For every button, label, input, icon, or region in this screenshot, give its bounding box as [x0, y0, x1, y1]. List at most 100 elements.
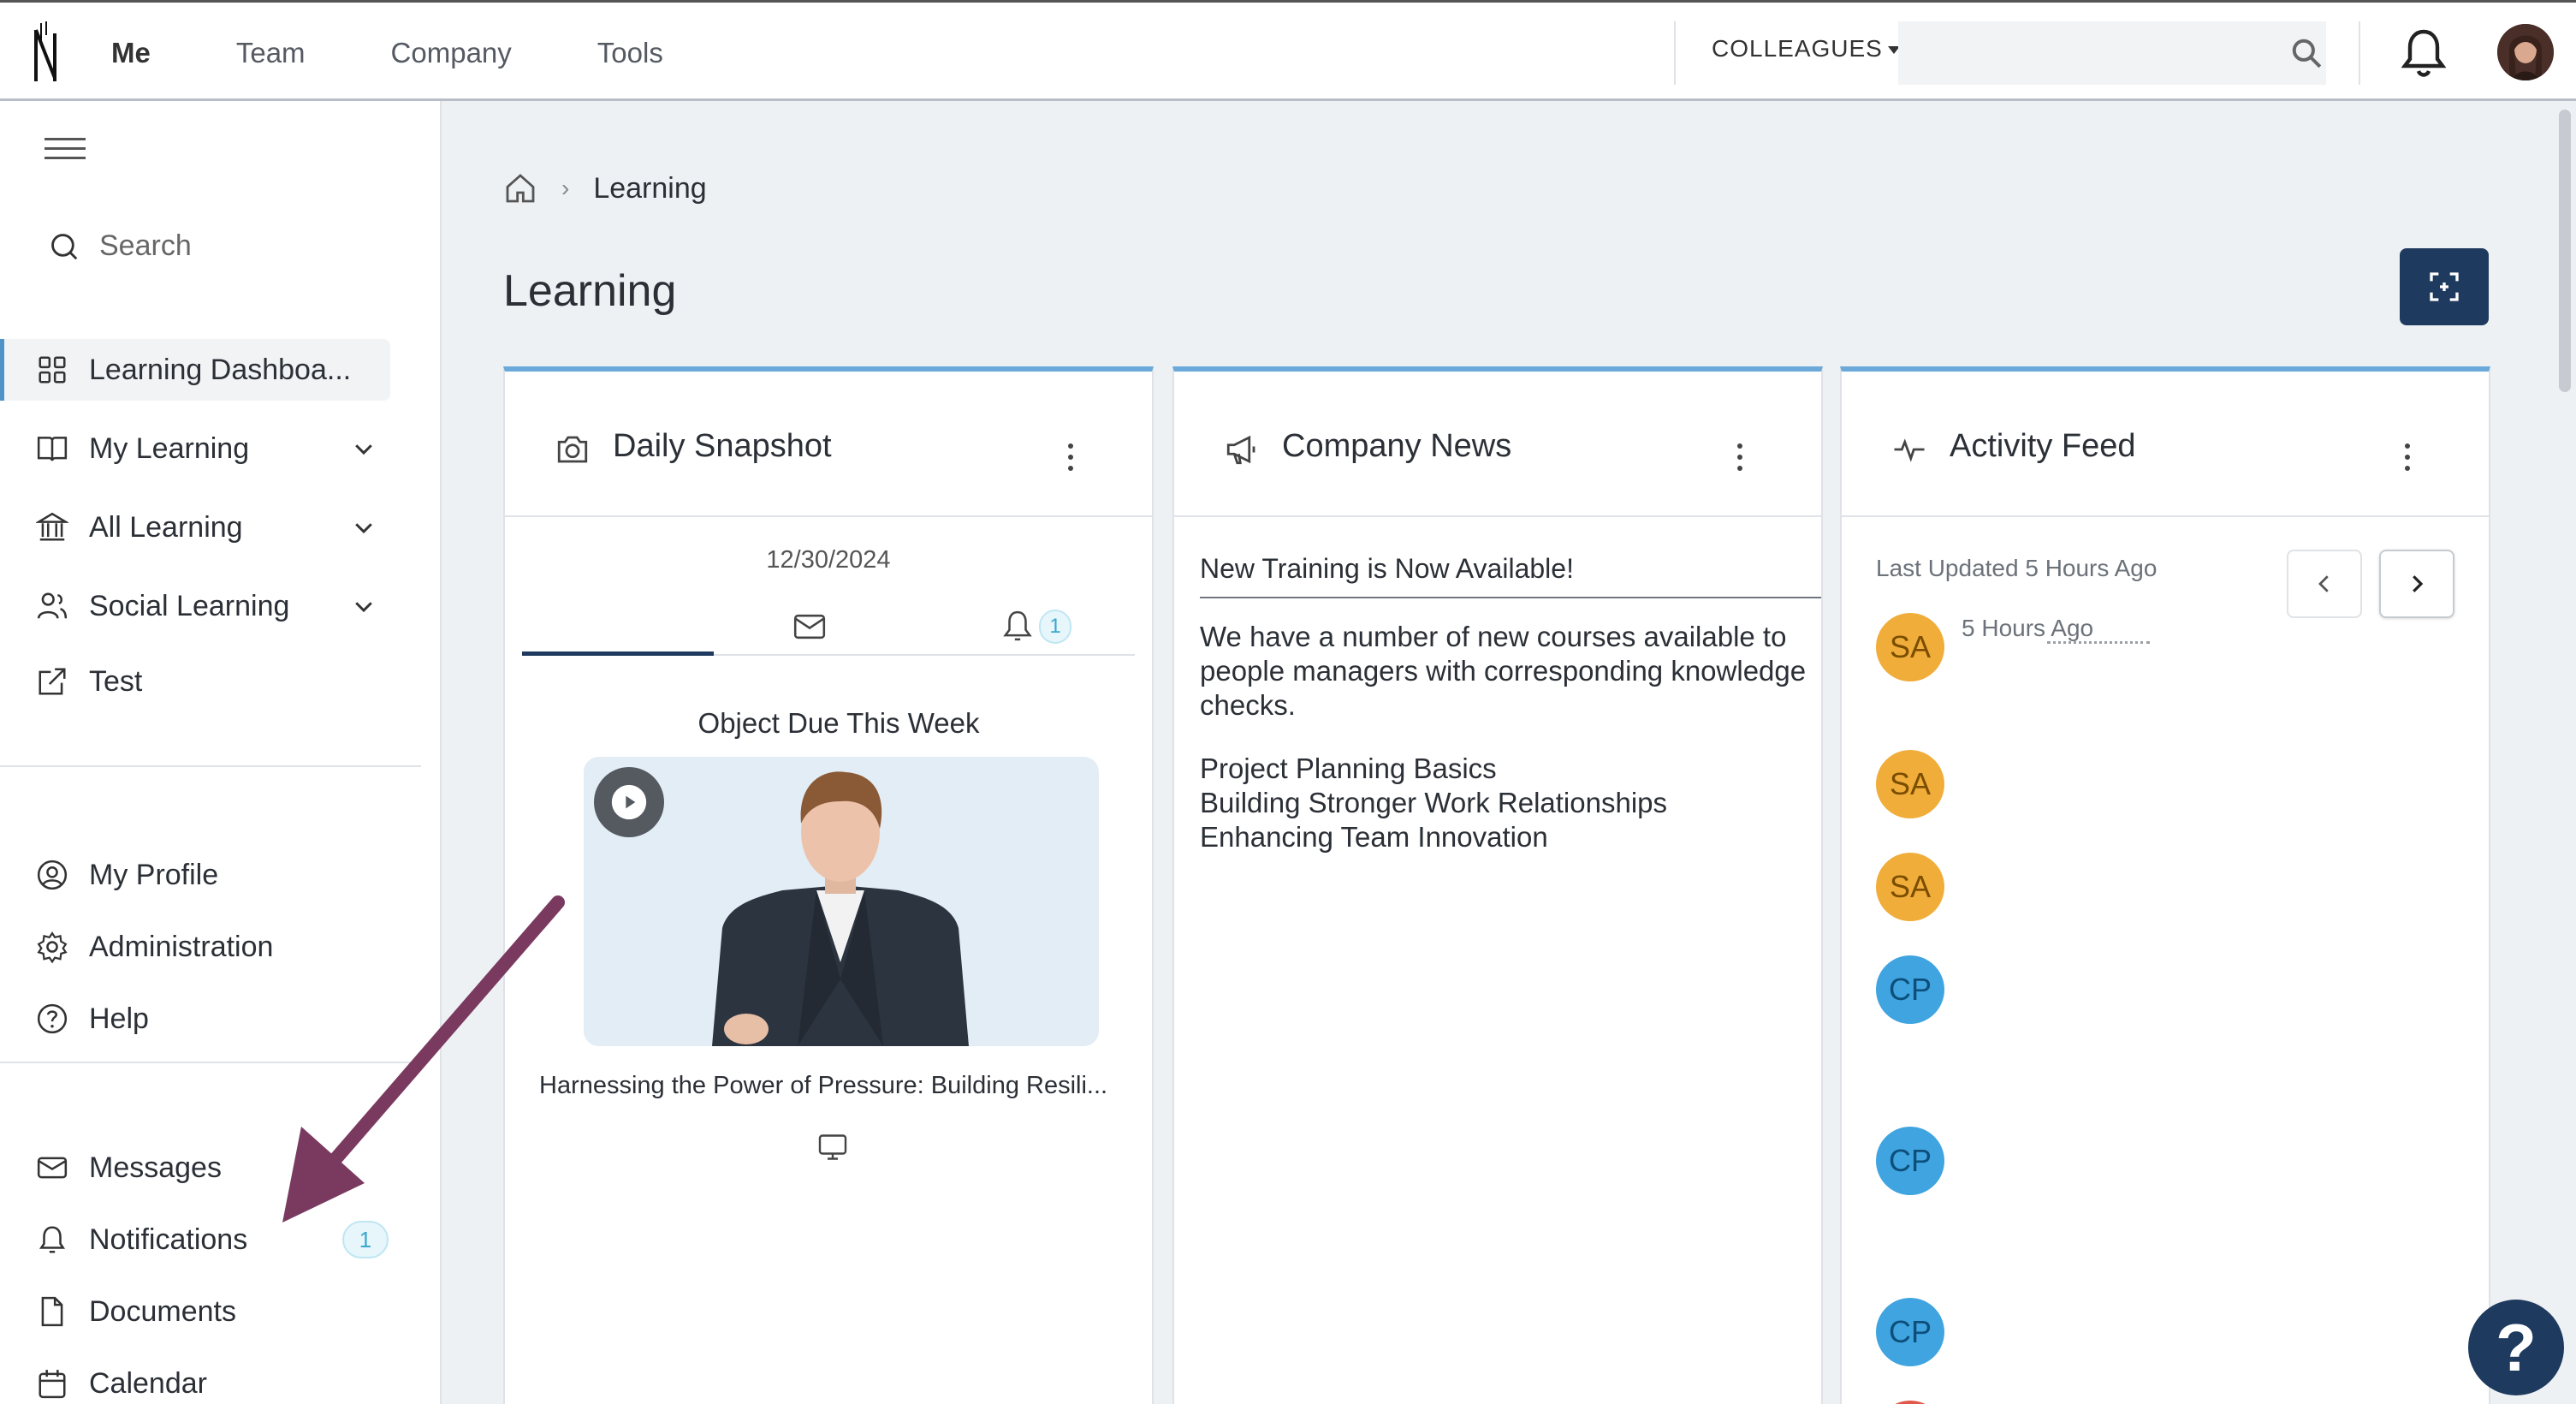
- sidebar-item-label: Documents: [89, 1294, 236, 1328]
- snapshot-notification-badge: 1: [1039, 610, 1071, 644]
- daily-snapshot-card: Daily Snapshot 12/30/2024 1 Object Due T…: [503, 366, 1154, 1404]
- next-button[interactable]: [2379, 550, 2454, 618]
- due-this-week-title: Object Due This Week: [697, 707, 980, 739]
- snapshot-tabs: 1: [522, 599, 1135, 656]
- sidebar-item-label: All Learning: [89, 510, 243, 544]
- snapshot-date: 12/30/2024: [766, 546, 891, 574]
- sidebar-item-label: My Learning: [89, 431, 250, 465]
- chevron-right-icon: ›: [561, 175, 570, 201]
- bell-icon[interactable]: [1001, 608, 1034, 644]
- chevron-down-icon[interactable]: [351, 436, 377, 461]
- list-item: Project Planning Basics: [1200, 753, 1497, 784]
- brand-logo[interactable]: [29, 21, 63, 86]
- sidebar-item-label: Learning Dashboa...: [89, 353, 352, 386]
- video-title[interactable]: Harnessing the Power of Pressure: Buildi…: [539, 1072, 1138, 1100]
- focus-mode-button[interactable]: [2400, 248, 2489, 325]
- nav-me[interactable]: Me: [111, 37, 151, 69]
- more-options-icon[interactable]: [2401, 443, 2413, 478]
- megaphone-icon: [1226, 435, 1255, 465]
- top-navigation: Me Team Company Tools: [111, 3, 749, 104]
- divider: [2359, 21, 2360, 85]
- activity-icon: [1894, 438, 1925, 462]
- sidebar-item-label: Calendar: [89, 1366, 207, 1400]
- search-icon[interactable]: [2290, 37, 2323, 69]
- card-header: Daily Snapshot: [505, 372, 1152, 517]
- document-icon: [41, 1296, 63, 1327]
- sidebar-item-label: Help: [89, 1002, 149, 1035]
- calendar-icon: [39, 1370, 66, 1399]
- sidebar-item-label: My Profile: [89, 858, 219, 891]
- sidebar-item-documents[interactable]: Documents: [0, 1281, 442, 1342]
- page-title: Learning: [503, 266, 677, 316]
- monitor-icon: [818, 1134, 847, 1160]
- play-button[interactable]: [594, 767, 664, 837]
- activity-avatar[interactable]: CP: [1876, 955, 1944, 1024]
- home-icon[interactable]: [503, 171, 537, 205]
- global-search-input[interactable]: [1898, 21, 2326, 85]
- chevron-down-icon[interactable]: [351, 515, 377, 540]
- help-button[interactable]: ?: [2468, 1300, 2564, 1395]
- bell-icon: [39, 1226, 66, 1253]
- activity-avatar[interactable]: CP: [1876, 1127, 1944, 1195]
- card-header: Company News: [1174, 372, 1821, 517]
- sidebar-item-label: Notifications: [89, 1223, 248, 1256]
- user-avatar[interactable]: [2497, 24, 2554, 80]
- card-title: Activity Feed: [1950, 428, 2136, 464]
- page-scrollbar[interactable]: [2555, 101, 2576, 1404]
- previous-button[interactable]: [2287, 550, 2362, 618]
- sidebar-item-calendar[interactable]: Calendar: [0, 1353, 442, 1404]
- colleagues-label: COLLEAGUES: [1712, 35, 1883, 62]
- nav-company[interactable]: Company: [391, 37, 512, 69]
- mail-icon[interactable]: [792, 613, 827, 640]
- book-icon: [37, 437, 68, 461]
- news-body: We have a number of new courses availabl…: [1200, 621, 1807, 721]
- chevron-left-icon: [2318, 575, 2329, 592]
- card-header: Activity Feed: [1842, 372, 2489, 517]
- sidebar-item-label: Test: [89, 664, 143, 698]
- card-title: Daily Snapshot: [613, 428, 832, 464]
- list-item: Enhancing Team Innovation: [1200, 821, 1548, 853]
- breadcrumb-current[interactable]: Learning: [593, 172, 706, 205]
- search-icon: [51, 233, 78, 259]
- grid-icon: [39, 356, 66, 384]
- more-options-icon[interactable]: [1734, 443, 1746, 478]
- activity-avatar[interactable]: SA: [1876, 750, 1944, 818]
- activity-avatar-partial[interactable]: [1876, 1401, 1944, 1404]
- sidebar-item-test[interactable]: Test: [0, 651, 442, 712]
- more-options-icon[interactable]: [1065, 443, 1077, 478]
- nav-tools[interactable]: Tools: [597, 37, 663, 69]
- list-item: Building Stronger Work Relationships: [1200, 787, 1667, 818]
- activity-time: 5 Hours Ago: [1962, 615, 2094, 641]
- colleagues-dropdown[interactable]: COLLEAGUES: [1712, 35, 1900, 62]
- question-icon: [37, 1003, 68, 1034]
- scrollbar-thumb[interactable]: [2559, 110, 2571, 392]
- sidebar-search[interactable]: Search: [48, 229, 192, 263]
- tab-indicator: [522, 651, 714, 656]
- menu-icon[interactable]: [45, 138, 86, 164]
- bell-icon[interactable]: [2401, 28, 2446, 78]
- sidebar-item-all-learning[interactable]: All Learning: [0, 497, 442, 558]
- sidebar-item-learning-dashboard[interactable]: Learning Dashboa...: [0, 339, 390, 401]
- news-headline[interactable]: New Training is Now Available!: [1200, 553, 1821, 598]
- chevron-down-icon[interactable]: [351, 593, 377, 619]
- last-updated-text: Last Updated 5 Hours Ago: [1876, 555, 2158, 581]
- activity-feed-card: Activity Feed Last Updated 5 Hours Ago S…: [1840, 366, 2490, 1404]
- video-thumbnail[interactable]: [584, 757, 1099, 1046]
- gear-icon: [37, 931, 68, 963]
- avatar-image: [2497, 24, 2554, 80]
- activity-avatar[interactable]: CP: [1876, 1298, 1944, 1366]
- mail-icon: [37, 1157, 68, 1179]
- external-link-icon: [39, 668, 66, 695]
- sidebar-item-social-learning[interactable]: Social Learning: [0, 575, 442, 637]
- camera-icon: [557, 436, 588, 463]
- company-news-card: Company News New Training is Now Availab…: [1172, 366, 1823, 1404]
- course-list: Project Planning Basics Building Stronge…: [1200, 752, 1813, 854]
- activity-avatar[interactable]: SA: [1876, 853, 1944, 921]
- nav-team[interactable]: Team: [236, 37, 306, 69]
- truncated-text: [2047, 641, 2150, 645]
- activity-avatar[interactable]: SA: [1876, 613, 1944, 681]
- sidebar-item-my-learning[interactable]: My Learning: [0, 418, 442, 479]
- sidebar-item-label: Social Learning: [89, 589, 290, 622]
- library-icon: [36, 512, 68, 541]
- play-icon: [611, 784, 647, 820]
